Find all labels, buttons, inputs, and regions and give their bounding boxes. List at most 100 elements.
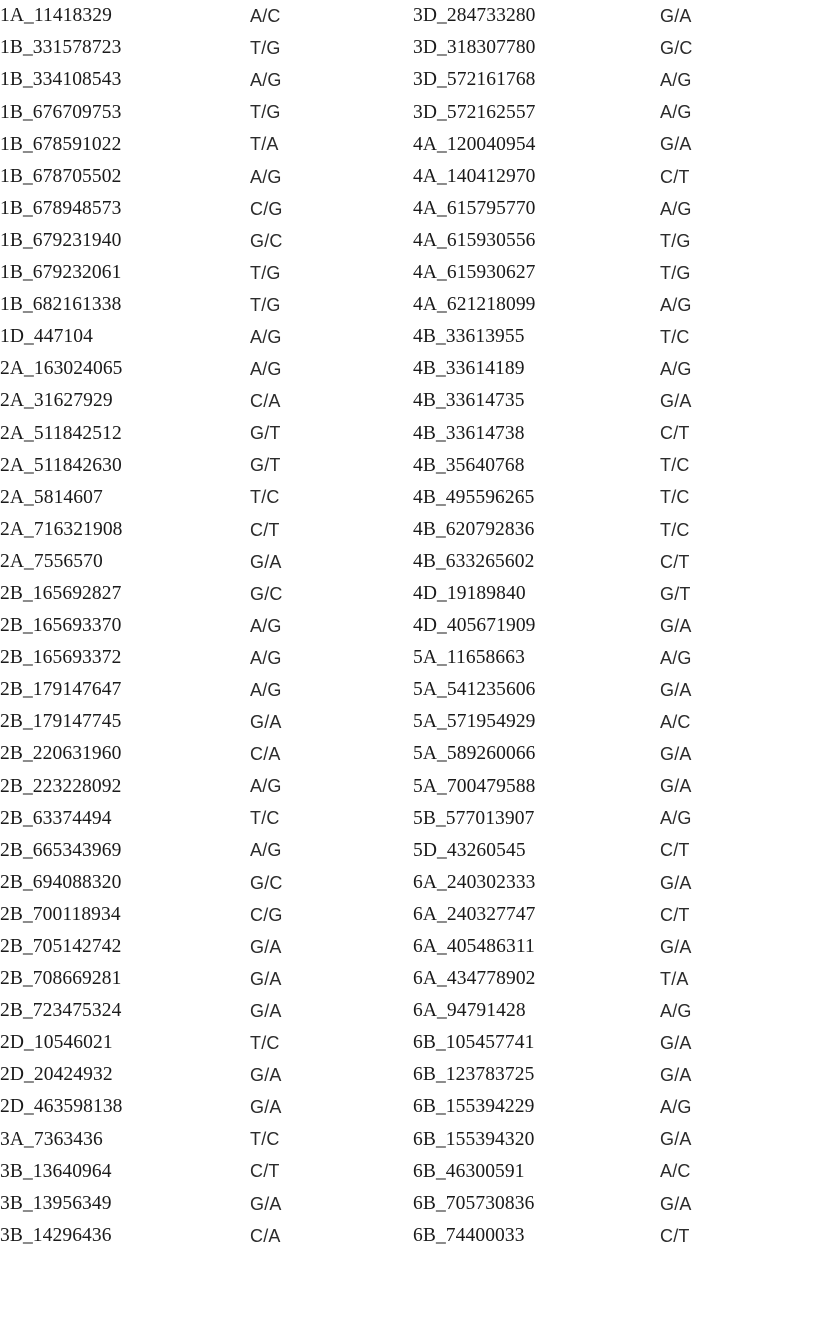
allele-left: G/C <box>250 230 283 251</box>
allele-right: A/G <box>660 102 692 123</box>
marker-id-left: 2A_31627929 <box>0 390 113 412</box>
marker-id-left: 2B_165693372 <box>0 647 122 669</box>
allele-left: T/C <box>250 1033 280 1054</box>
allele-left: G/T <box>250 423 281 444</box>
allele-left: A/G <box>250 70 282 91</box>
marker-id-right: 4A_621218099 <box>413 294 536 316</box>
allele-right: G/A <box>660 1033 692 1054</box>
allele-left: A/G <box>250 776 282 797</box>
marker-id-right: 6A_405486311 <box>413 936 535 958</box>
marker-id-right: 4B_495596265 <box>413 486 535 508</box>
table-row: 2B_694088320 G/C 6A_240302333 G/A <box>0 867 817 899</box>
marker-id-right: 6A_434778902 <box>413 968 536 990</box>
allele-right: C/T <box>660 166 690 187</box>
marker-id-right: 5A_589260066 <box>413 743 536 765</box>
allele-right: G/A <box>660 776 692 797</box>
marker-id-left: 2D_463598138 <box>0 1096 123 1118</box>
marker-id-left: 3B_13956349 <box>0 1192 112 1214</box>
table-row: 2D_10546021 T/C 6B_105457741 G/A <box>0 1027 817 1059</box>
marker-id-right: 4B_33614189 <box>413 358 525 380</box>
allele-right: G/A <box>660 744 692 765</box>
marker-id-left: 2D_10546021 <box>0 1032 113 1054</box>
table-row: 2B_223228092 A/G 5A_700479588 G/A <box>0 770 817 802</box>
marker-id-left: 3B_14296436 <box>0 1224 112 1246</box>
allele-right: G/C <box>660 38 693 59</box>
allele-right: A/C <box>660 1161 691 1182</box>
table-row: 2B_665343969 A/G 5D_43260545 C/T <box>0 834 817 866</box>
allele-left: G/A <box>250 1065 282 1086</box>
allele-left: C/A <box>250 1225 281 1246</box>
table-row: 2A_7556570 G/A 4B_633265602 C/T <box>0 546 817 578</box>
table-row: 2B_705142742 G/A 6A_405486311 G/A <box>0 931 817 963</box>
marker-id-left: 2B_723475324 <box>0 1000 122 1022</box>
allele-left: G/A <box>250 712 282 733</box>
allele-left: T/C <box>250 808 280 829</box>
table-row: 2B_708669281 G/A 6A_434778902 T/A <box>0 963 817 995</box>
marker-id-left: 1B_682161338 <box>0 294 122 316</box>
marker-id-left: 2B_694088320 <box>0 871 122 893</box>
table-row: 2A_163024065 A/G 4B_33614189 A/G <box>0 353 817 385</box>
marker-id-left: 1B_679231940 <box>0 229 122 251</box>
marker-id-right: 6A_94791428 <box>413 1000 526 1022</box>
allele-left: G/C <box>250 583 283 604</box>
allele-right: G/A <box>660 872 692 893</box>
allele-right: T/C <box>660 455 690 476</box>
marker-id-left: 2B_665343969 <box>0 839 122 861</box>
marker-id-left: 1B_678948573 <box>0 197 122 219</box>
marker-id-left: 3B_13640964 <box>0 1160 112 1182</box>
allele-right: A/G <box>660 198 692 219</box>
marker-id-right: 4B_33614738 <box>413 422 525 444</box>
marker-id-left: 2B_220631960 <box>0 743 122 765</box>
allele-right: G/A <box>660 134 692 155</box>
allele-right: A/G <box>660 359 692 380</box>
table-row: 3B_14296436 C/A 6B_74400033 C/T <box>0 1220 817 1252</box>
allele-left: A/G <box>250 647 282 668</box>
table-row: 3B_13640964 C/T 6B_46300591 A/C <box>0 1155 817 1187</box>
allele-left: T/C <box>250 487 280 508</box>
marker-id-right: 4A_140412970 <box>413 165 536 187</box>
table-row: 1D_447104 A/G 4B_33613955 T/C <box>0 321 817 353</box>
table-row: 2B_165692827 G/C 4D_19189840 G/T <box>0 578 817 610</box>
marker-id-right: 4A_615795770 <box>413 197 536 219</box>
marker-id-right: 6A_240327747 <box>413 903 536 925</box>
allele-left: A/C <box>250 6 281 27</box>
allele-right: A/G <box>660 70 692 91</box>
allele-left: T/G <box>250 102 281 123</box>
marker-id-right: 6A_240302333 <box>413 871 536 893</box>
marker-id-left: 2A_5814607 <box>0 486 103 508</box>
allele-right: G/A <box>660 391 692 412</box>
marker-id-right: 6B_123783725 <box>413 1064 535 1086</box>
allele-right: T/C <box>660 326 690 347</box>
marker-id-left: 2B_708669281 <box>0 968 122 990</box>
table-row: 2B_63374494 T/C 5B_577013907 A/G <box>0 802 817 834</box>
marker-id-right: 6B_155394229 <box>413 1096 535 1118</box>
marker-allele-table: 1A_11418329 A/C 3D_284733280 G/A 1B_33157872… <box>0 0 817 1252</box>
allele-right: T/G <box>660 230 691 251</box>
marker-id-right: 5A_700479588 <box>413 775 536 797</box>
marker-id-left: 2B_179147745 <box>0 711 122 733</box>
allele-left: A/G <box>250 359 282 380</box>
allele-left: T/G <box>250 38 281 59</box>
table-row: 2B_179147647 A/G 5A_541235606 G/A <box>0 674 817 706</box>
marker-id-right: 4B_33613955 <box>413 326 525 348</box>
marker-id-right: 6B_46300591 <box>413 1160 525 1182</box>
allele-right: G/A <box>660 936 692 957</box>
allele-right: A/G <box>660 294 692 315</box>
allele-left: C/A <box>250 391 281 412</box>
allele-right: G/A <box>660 1065 692 1086</box>
allele-left: C/A <box>250 744 281 765</box>
table-row: 1B_682161338 T/G 4A_621218099 A/G <box>0 289 817 321</box>
allele-left: T/C <box>250 1129 280 1150</box>
marker-id-left: 2B_63374494 <box>0 807 112 829</box>
table-row: 2A_511842512 G/T 4B_33614738 C/T <box>0 417 817 449</box>
marker-id-left: 1B_334108543 <box>0 69 122 91</box>
table-body: 1A_11418329 A/C 3D_284733280 G/A 1B_33157872… <box>0 0 817 1252</box>
table-row: 1B_676709753 T/G 3D_572162557 A/G <box>0 96 817 128</box>
allele-left: G/A <box>250 936 282 957</box>
table-row: 3B_13956349 G/A 6B_705730836 G/A <box>0 1187 817 1219</box>
table-row: 2A_5814607 T/C 4B_495596265 T/C <box>0 481 817 513</box>
marker-id-left: 2B_165693370 <box>0 615 122 637</box>
table-row: 1B_678948573 C/G 4A_615795770 A/G <box>0 193 817 225</box>
allele-right: G/A <box>660 1193 692 1214</box>
marker-id-right: 4A_615930627 <box>413 262 536 284</box>
